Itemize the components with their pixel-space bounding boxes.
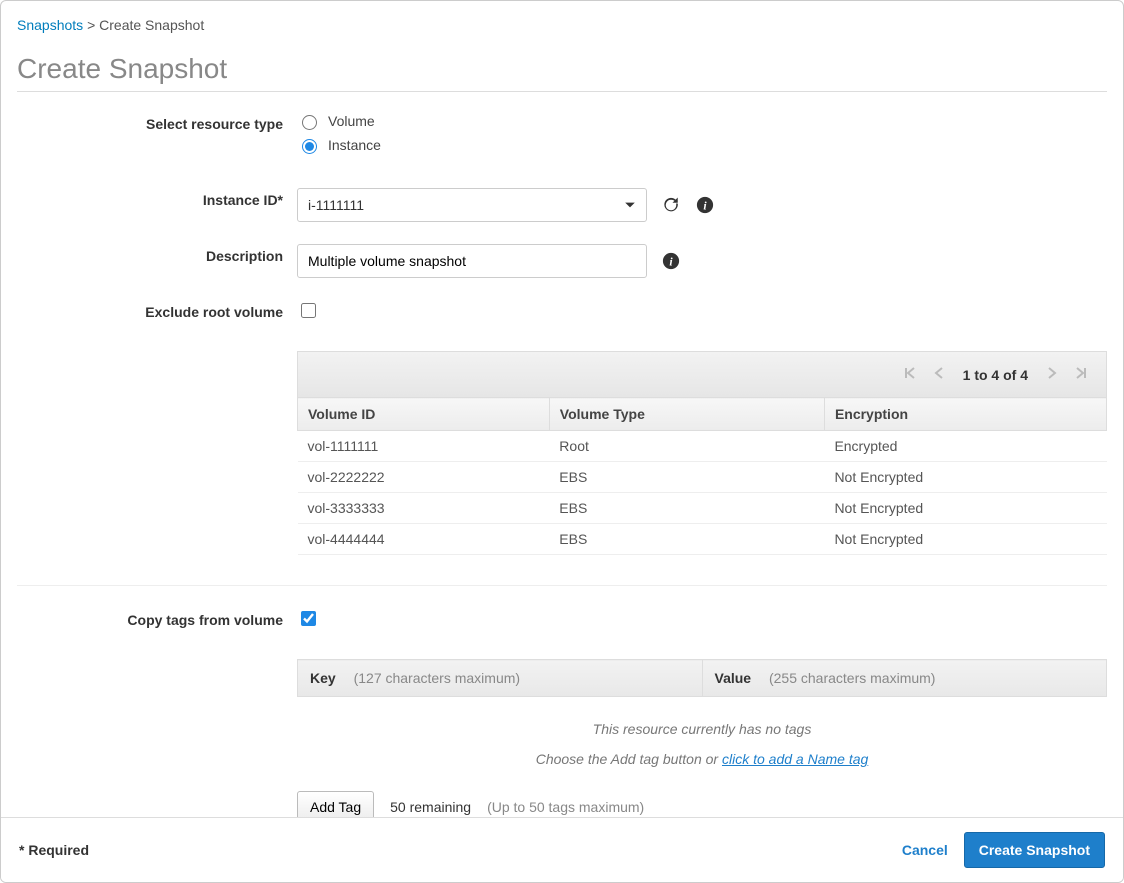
pager-first-icon [903,366,917,380]
pager-prev-icon [933,366,945,380]
breadcrumb: Snapshots > Create Snapshot [17,17,1107,33]
info-icon: i [662,252,680,270]
radio-volume[interactable] [302,115,317,130]
row-instance-id: Instance ID* i-1111111 i [17,188,1107,222]
cell-volume-id: vol-3333333 [298,493,550,524]
label-copy-tags: Copy tags from volume [17,608,297,628]
pager-label: 1 to 4 of 4 [963,367,1028,383]
radio-option-instance[interactable]: Instance [297,136,381,154]
table-row[interactable]: vol-2222222 EBS Not Encrypted [298,462,1107,493]
cell-volume-type: Root [549,431,824,462]
radio-instance[interactable] [302,139,317,154]
tags-table: Key (127 characters maximum) Value (255 … [297,659,1107,697]
label-description: Description [17,244,297,264]
row-resource-type: Select resource type Volume Instance [17,112,1107,154]
footer: * Required Cancel Create Snapshot [1,817,1123,882]
copy-tags-checkbox[interactable] [301,611,316,626]
tags-hint-prefix: Choose the Add tag button or [536,751,722,767]
cell-volume-id: vol-1111111 [298,431,550,462]
pager-last-button[interactable] [1070,366,1092,383]
tags-max-hint: (Up to 50 tags maximum) [487,799,644,815]
tags-remaining: 50 remaining [390,799,471,815]
col-key: Key (127 characters maximum) [298,660,703,697]
col-value-label: Value [715,670,752,686]
cell-encryption: Not Encrypted [824,493,1106,524]
row-exclude-root: Exclude root volume [17,300,1107,321]
pager-prev-button[interactable] [929,366,949,383]
label-instance-id: Instance ID* [17,188,297,208]
tags-block: Key (127 characters maximum) Value (255 … [297,659,1107,767]
radio-instance-label: Instance [328,137,381,153]
cell-encryption: Not Encrypted [824,524,1106,555]
breadcrumb-separator: > [87,17,99,33]
required-footnote: * Required [19,842,89,858]
pager-next-button[interactable] [1042,366,1062,383]
instance-id-value: i-1111111 [308,197,364,213]
cell-encryption: Encrypted [824,431,1106,462]
cell-volume-id: vol-4444444 [298,524,550,555]
pager-next-icon [1046,366,1058,380]
radio-option-volume[interactable]: Volume [297,112,381,130]
row-copy-tags: Copy tags from volume [17,608,1107,629]
col-key-label: Key [310,670,336,686]
label-resource-type: Select resource type [17,112,297,132]
breadcrumb-current: Create Snapshot [99,17,204,33]
pager-last-icon [1074,366,1088,380]
col-value: Value (255 characters maximum) [702,660,1107,697]
create-snapshot-button[interactable]: Create Snapshot [964,832,1105,868]
volumes-table: Volume ID Volume Type Encryption vol-111… [297,397,1107,555]
create-snapshot-page: Snapshots > Create Snapshot Create Snaps… [0,0,1124,883]
instance-id-select[interactable]: i-1111111 [297,188,647,222]
col-key-hint: (127 characters maximum) [354,670,521,686]
table-row[interactable]: vol-4444444 EBS Not Encrypted [298,524,1107,555]
description-input[interactable] [297,244,647,278]
col-volume-id[interactable]: Volume ID [298,398,550,431]
radio-volume-label: Volume [328,113,375,129]
cell-volume-type: EBS [549,493,824,524]
label-exclude-root: Exclude root volume [17,300,297,320]
tags-hint: Choose the Add tag button or click to ad… [297,751,1107,767]
breadcrumb-root-link[interactable]: Snapshots [17,17,83,33]
info-icon: i [696,196,714,214]
col-volume-type[interactable]: Volume Type [549,398,824,431]
section-divider [17,585,1107,586]
page-title: Create Snapshot [17,53,1107,92]
tags-empty-text: This resource currently has no tags [297,721,1107,737]
description-info[interactable]: i [661,251,681,271]
cell-volume-id: vol-2222222 [298,462,550,493]
table-row[interactable]: vol-3333333 EBS Not Encrypted [298,493,1107,524]
caret-down-icon [624,199,636,211]
table-row[interactable]: vol-1111111 Root Encrypted [298,431,1107,462]
cell-volume-type: EBS [549,462,824,493]
exclude-root-checkbox[interactable] [301,303,316,318]
cancel-button[interactable]: Cancel [902,842,948,858]
volumes-toolbar: 1 to 4 of 4 [297,351,1107,397]
instance-id-info[interactable]: i [695,195,715,215]
cell-volume-type: EBS [549,524,824,555]
add-name-tag-link[interactable]: click to add a Name tag [722,751,868,767]
col-encryption[interactable]: Encryption [824,398,1106,431]
refresh-icon [662,196,680,214]
col-value-hint: (255 characters maximum) [769,670,936,686]
volumes-block: 1 to 4 of 4 Volume ID Volume Type Encryp… [297,351,1107,555]
row-description: Description i [17,244,1107,278]
refresh-button[interactable] [661,195,681,215]
cell-encryption: Not Encrypted [824,462,1106,493]
pager-first-button[interactable] [899,366,921,383]
